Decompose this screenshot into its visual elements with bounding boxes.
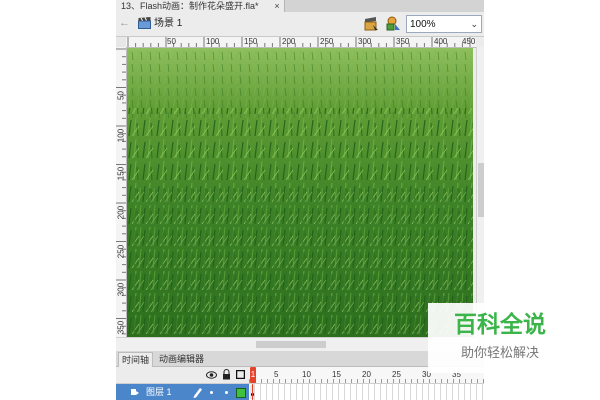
ruler-label: 200 bbox=[282, 37, 296, 46]
edit-bar: ← 场景 1 100% ⌄ bbox=[116, 12, 484, 37]
ruler-label: 150 bbox=[244, 37, 258, 46]
visibility-dot[interactable] bbox=[210, 391, 213, 394]
zoom-select[interactable]: 100% ⌄ bbox=[406, 15, 482, 33]
ruler-label: 300 bbox=[116, 282, 126, 297]
frame-number: 5 bbox=[274, 370, 279, 379]
horizontal-scroll-thumb[interactable] bbox=[256, 341, 326, 348]
document-tab-strip: 13、Flash动画：制作花朵盛开.fla* × bbox=[116, 0, 484, 12]
tab-timeline[interactable]: 时间轴 bbox=[118, 352, 154, 367]
close-icon[interactable]: × bbox=[272, 0, 282, 12]
ruler-label: 200 bbox=[116, 205, 126, 220]
horizontal-ruler-ticks bbox=[127, 37, 471, 47]
eye-icon[interactable] bbox=[206, 370, 217, 380]
ruler-label: 100 bbox=[206, 37, 220, 46]
layer-outline-color[interactable] bbox=[236, 388, 246, 398]
ruler-label: 50 bbox=[116, 91, 126, 100]
vertical-scrollbar[interactable] bbox=[476, 47, 484, 337]
vertical-ruler: 50 100 150 200 250 300 350 bbox=[116, 47, 127, 337]
back-arrow-icon[interactable]: ← bbox=[119, 16, 131, 30]
document-tab[interactable]: 13、Flash动画：制作花朵盛开.fla* × bbox=[116, 0, 285, 12]
stage-canvas[interactable] bbox=[127, 48, 473, 337]
layer-icon bbox=[131, 389, 139, 395]
lock-icon[interactable] bbox=[222, 369, 231, 380]
ruler-label: 300 bbox=[358, 37, 372, 46]
layer-frames[interactable] bbox=[249, 384, 484, 400]
ruler-label: 50 bbox=[167, 37, 176, 46]
chevron-down-icon[interactable]: ⌄ bbox=[470, 17, 478, 31]
layer-name[interactable]: 图层 1 bbox=[146, 386, 172, 398]
ruler-label: 250 bbox=[116, 244, 126, 259]
watermark-title: 百科全说 bbox=[454, 312, 546, 338]
ruler-label: 450 bbox=[462, 37, 476, 46]
pencil-icon bbox=[193, 388, 202, 398]
layer-row[interactable]: 图层 1 bbox=[116, 384, 484, 400]
ruler-label: 250 bbox=[320, 37, 334, 46]
lock-dot[interactable] bbox=[225, 391, 228, 394]
frame-number: 15 bbox=[332, 370, 341, 379]
zoom-value: 100% bbox=[410, 19, 436, 30]
edit-symbols-icon[interactable] bbox=[386, 16, 401, 31]
watermark: 百科全说 助你轻松解决 bbox=[428, 303, 572, 373]
ruler-label: 350 bbox=[396, 37, 410, 46]
ruler-label: 100 bbox=[116, 128, 126, 143]
ruler-label: 400 bbox=[434, 37, 448, 46]
tab-motion-editor[interactable]: 动画编辑器 bbox=[156, 352, 207, 366]
grass-image bbox=[127, 48, 473, 337]
document-tab-title: 13、Flash动画：制作花朵盛开.fla* bbox=[121, 1, 259, 11]
ruler-label: 350 bbox=[116, 320, 126, 335]
clapperboard-icon bbox=[138, 17, 151, 29]
outline-square-icon[interactable] bbox=[236, 370, 245, 379]
scene-label[interactable]: 场景 1 bbox=[154, 17, 182, 30]
edit-scene-icon[interactable] bbox=[364, 16, 379, 31]
vertical-scroll-thumb[interactable] bbox=[478, 163, 484, 217]
frame-number: 10 bbox=[302, 370, 311, 379]
playhead-frame: 1 bbox=[250, 370, 256, 379]
playhead-line bbox=[252, 384, 253, 400]
frame-number: 20 bbox=[362, 370, 371, 379]
horizontal-ruler: 50 100 150 200 250 300 350 400 450 bbox=[126, 37, 476, 48]
frame-number: 25 bbox=[392, 370, 401, 379]
ruler-label: 150 bbox=[116, 166, 126, 181]
ruler-corner bbox=[116, 37, 126, 47]
playhead[interactable]: 1 bbox=[250, 367, 256, 383]
watermark-subtitle: 助你轻松解决 bbox=[460, 346, 539, 361]
